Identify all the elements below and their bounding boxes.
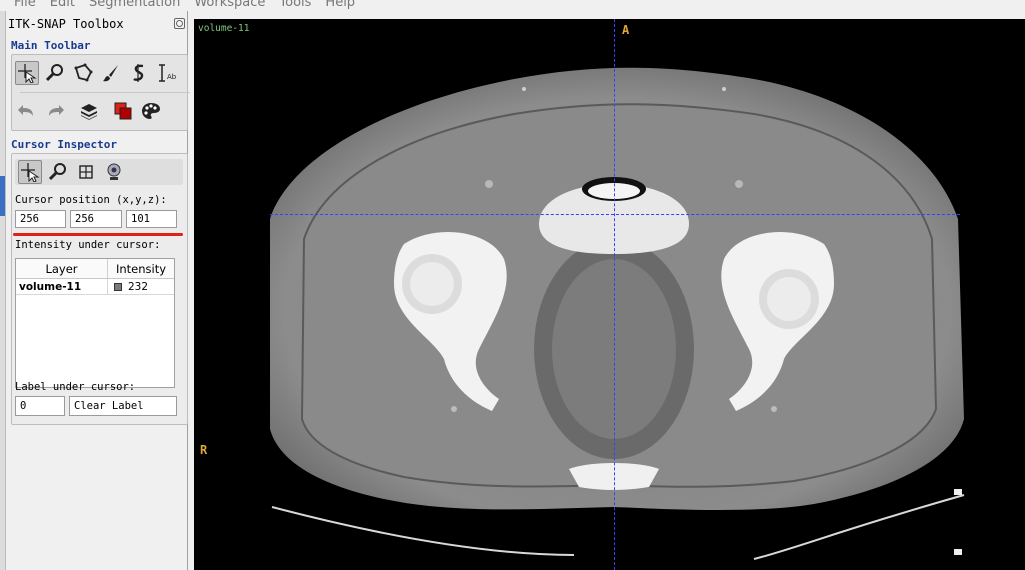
row-layer-name: volume-11 — [16, 279, 108, 294]
redo-icon[interactable] — [43, 99, 67, 123]
inspector-toolbar — [15, 159, 183, 185]
zoom-icon[interactable] — [43, 61, 67, 85]
svg-text:Ab: Ab — [167, 73, 177, 81]
intensity-swatch — [114, 282, 122, 291]
cursor-y-input[interactable]: 256 — [70, 210, 122, 228]
slice-viewer[interactable]: volume-11 A R — [194, 19, 1025, 570]
annotation-icon[interactable]: Ab — [155, 61, 179, 85]
table-row[interactable]: volume-11 232 — [16, 279, 174, 295]
toolbox-title: ITK-SNAP Toolbox — [8, 17, 124, 31]
menu-workspace[interactable]: Workspace — [194, 0, 265, 10]
column-header-layer[interactable]: Layer — [16, 259, 108, 278]
label-id-field[interactable]: 0 — [15, 396, 65, 416]
menu-help[interactable]: Help — [325, 0, 355, 10]
label-colors-icon[interactable] — [111, 99, 135, 123]
ct-axial-slice-image — [270, 67, 965, 560]
intensity-table: Layer Intensity volume-11 232 — [15, 258, 175, 388]
intensity-label: Intensity under cursor: — [15, 239, 161, 251]
inspector-zoom-icon[interactable] — [46, 160, 70, 184]
inspector-crosshair-icon[interactable] — [18, 160, 42, 184]
highlight-underline — [13, 233, 183, 236]
crosshair-cursor-icon[interactable] — [15, 61, 39, 85]
row-intensity: 232 — [108, 279, 174, 294]
row-intensity-value: 232 — [128, 280, 149, 293]
menu-file[interactable]: File — [14, 0, 36, 10]
cursor-z-input[interactable]: 101 — [126, 210, 177, 228]
label-name-field[interactable]: Clear Label — [69, 396, 177, 416]
label-under-cursor-label: Label under cursor: — [15, 381, 136, 393]
orientation-label-right: R — [200, 443, 208, 457]
column-header-intensity[interactable]: Intensity — [108, 259, 174, 278]
paintbrush-icon[interactable] — [99, 61, 123, 85]
cursor-inspector-label: Cursor Inspector — [11, 138, 117, 151]
viewer-layer-name: volume-11 — [198, 23, 250, 34]
cursor-x-input[interactable]: 256 — [15, 210, 66, 228]
menu-edit[interactable]: Edit — [50, 0, 75, 10]
polygon-icon[interactable] — [71, 61, 95, 85]
toolbox-panel: ITK-SNAP Toolbox Main Toolbar Ab Cursor … — [6, 11, 190, 570]
float-panel-icon[interactable] — [174, 18, 185, 29]
undo-icon[interactable] — [15, 99, 39, 123]
palette-icon[interactable] — [139, 99, 163, 123]
main-toolbar-label: Main Toolbar — [11, 39, 91, 52]
menu-bar: File Edit Segmentation Workspace Tools H… — [0, 0, 1025, 11]
inspector-grid-icon[interactable] — [74, 160, 98, 184]
main-toolbar: Ab — [11, 54, 190, 131]
cursor-position-label: Cursor position (x,y,z): — [15, 194, 167, 206]
menu-segmentation[interactable]: Segmentation — [89, 0, 180, 10]
crosshair-horizontal[interactable] — [270, 214, 960, 215]
snake-icon[interactable] — [127, 61, 151, 85]
inspector-webcam-icon[interactable] — [102, 160, 126, 184]
toolbar-divider — [20, 92, 190, 93]
layers-icon[interactable] — [77, 99, 101, 123]
background-window-accent — [0, 176, 5, 216]
orientation-label-anterior: A — [622, 23, 630, 37]
menu-tools[interactable]: Tools — [279, 0, 311, 10]
crosshair-vertical[interactable] — [614, 19, 615, 570]
